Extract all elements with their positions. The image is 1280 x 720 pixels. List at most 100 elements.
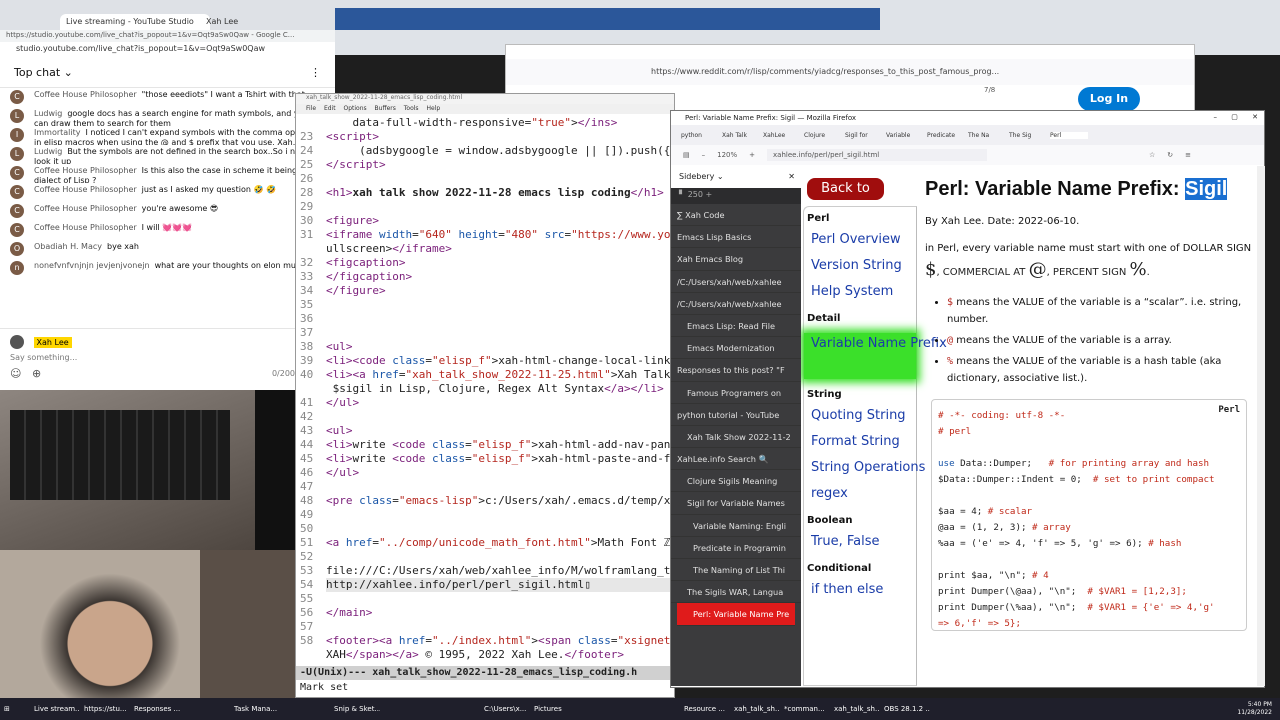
chat-author[interactable]: Coffee House Philosopher bbox=[34, 223, 137, 232]
back-to-perl-button[interactable]: Back to Perl bbox=[807, 178, 884, 218]
nav-link[interactable]: String Operations bbox=[804, 457, 925, 483]
sidebery-tab[interactable]: Emacs Modernization bbox=[671, 337, 801, 360]
sidebery-tab[interactable]: Xah Talk Show 2022-11-2 bbox=[671, 426, 801, 449]
emacs-menubar[interactable]: File Edit Options Buffers Tools Help bbox=[296, 104, 674, 114]
taskbar-item[interactable]: Resource ... bbox=[680, 705, 730, 713]
browser-tab[interactable]: Predicate bbox=[927, 132, 968, 139]
browser-tab[interactable]: XahLee bbox=[763, 132, 804, 139]
browser-tab[interactable]: The Na bbox=[968, 132, 1009, 139]
sidebery-tab[interactable]: Famous Programers on bbox=[671, 382, 801, 404]
zoom-in-icon[interactable]: + bbox=[749, 151, 755, 159]
chat-author[interactable]: Ludwig bbox=[34, 109, 62, 118]
taskbar-item[interactable] bbox=[580, 705, 630, 713]
tab-xah-lee[interactable]: Xah Lee bbox=[200, 14, 320, 30]
sidebery-tab[interactable]: Clojure Sigils Meaning bbox=[671, 470, 801, 493]
bookmark-star-icon[interactable]: ☆ bbox=[1149, 151, 1155, 159]
taskbar-item[interactable]: https://stu... bbox=[80, 705, 130, 713]
chat-author[interactable]: Coffee House Philosopher bbox=[34, 90, 137, 99]
taskbar-item[interactable]: *comman... bbox=[780, 705, 830, 713]
sidebery-tab[interactable]: The Sigils WAR, Langua bbox=[671, 581, 801, 604]
close-sidebar-icon[interactable]: ✕ bbox=[788, 172, 795, 181]
selected-text[interactable]: Sigil bbox=[1185, 178, 1228, 200]
sidebery-title[interactable]: Sidebery bbox=[679, 172, 714, 181]
nav-link[interactable]: Format String bbox=[804, 431, 916, 457]
sidebery-tab[interactable]: Sigil for Variable Names bbox=[671, 492, 801, 515]
more-icon[interactable]: ⋮ bbox=[310, 66, 321, 79]
sidebery-tab[interactable]: Emacs Lisp Basics bbox=[671, 226, 801, 249]
taskbar-item[interactable] bbox=[430, 705, 480, 713]
browser-tab[interactable]: Clojure bbox=[804, 132, 845, 139]
browser-tab[interactable]: The Sig bbox=[1009, 132, 1050, 139]
browser-tab[interactable]: Sigil for bbox=[845, 132, 886, 139]
sidebery-tab[interactable]: Emacs Lisp: Read File bbox=[671, 315, 801, 338]
sidebar-icon[interactable]: ▤ bbox=[683, 151, 690, 159]
sidebery-tab[interactable]: Predicate in Programin bbox=[671, 537, 801, 559]
emoji-icon[interactable]: ☺ bbox=[10, 367, 21, 380]
chat-author[interactable]: Ludwig bbox=[34, 147, 62, 156]
sidebery-tab[interactable]: Variable Naming: Engli bbox=[671, 515, 801, 537]
sidebery-tab[interactable]: /C:/Users/xah/web/xahlee bbox=[671, 271, 801, 293]
login-button[interactable]: Log In bbox=[1078, 87, 1140, 111]
browser-tab[interactable]: Xah Talk bbox=[722, 132, 763, 139]
taskbar-item[interactable]: Responses ... bbox=[130, 705, 180, 713]
sidebery-tab[interactable]: The Naming of List Thi bbox=[671, 559, 801, 582]
chrome-url-bar[interactable]: studio.youtube.com/live_chat?is_popout=1… bbox=[0, 42, 335, 56]
nav-link[interactable]: Variable Name Prefix bbox=[804, 333, 947, 379]
nav-link[interactable]: Help System bbox=[804, 281, 916, 307]
tab-youtube-studio[interactable]: Live streaming - YouTube Studio bbox=[60, 14, 210, 30]
zoom-out-icon[interactable]: – bbox=[702, 151, 706, 159]
pin-icon[interactable]: ▘ bbox=[679, 190, 685, 199]
add-icon[interactable]: ⊕ bbox=[32, 367, 41, 380]
minimize-icon[interactable]: – bbox=[1214, 113, 1218, 121]
top-chat-dropdown[interactable]: Top chat ⌄ bbox=[14, 66, 73, 79]
nav-link[interactable]: if then else bbox=[804, 579, 916, 605]
nav-link[interactable]: True, False bbox=[804, 531, 916, 557]
url-bar[interactable]: xahlee.info/perl/perl_sigil.html bbox=[767, 149, 988, 161]
reload-icon[interactable]: ↻ bbox=[1167, 151, 1173, 159]
nav-link[interactable]: Version String bbox=[804, 255, 916, 281]
chat-author[interactable]: Coffee House Philosopher bbox=[34, 166, 137, 175]
chat-author[interactable]: Obadiah H. Macy bbox=[34, 242, 102, 251]
nav-link[interactable]: regex bbox=[804, 483, 916, 509]
zoom-level[interactable]: 120% bbox=[717, 151, 737, 159]
maximize-icon[interactable]: ▢ bbox=[1231, 113, 1238, 121]
nav-link[interactable]: Perl Overview bbox=[804, 229, 916, 255]
taskbar-item[interactable] bbox=[180, 705, 230, 713]
taskbar-item[interactable]: Pictures bbox=[530, 705, 580, 713]
browser-tab[interactable]: Variable bbox=[886, 132, 927, 139]
code-buffer[interactable]: data-full-width-responsive="true"></ins>… bbox=[296, 116, 674, 676]
browser-tab[interactable]: Perl bbox=[1050, 131, 1088, 139]
taskbar-item[interactable]: Task Mana... bbox=[230, 705, 280, 713]
menu-icon[interactable]: ≡ bbox=[1185, 151, 1191, 159]
sidebery-tab[interactable]: Responses to this post? "F bbox=[671, 359, 801, 382]
sidebery-tab[interactable]: /C:/Users/xah/web/xahlee bbox=[671, 293, 801, 315]
close-icon[interactable]: ✕ bbox=[1252, 113, 1258, 121]
sidebery-tab[interactable]: python tutorial - YouTube bbox=[671, 404, 801, 426]
sidebery-tab[interactable]: Xah Emacs Blog bbox=[671, 248, 801, 271]
reddit-url-bar[interactable]: https://www.reddit.com/r/lisp/comments/y… bbox=[506, 59, 1194, 85]
start-icon[interactable]: ⊞ bbox=[0, 705, 30, 713]
taskbar-item[interactable]: xah_talk_sh... bbox=[830, 705, 880, 713]
chat-author[interactable]: Coffee House Philosopher bbox=[34, 204, 137, 213]
taskbar-item[interactable]: Snip & Sket... bbox=[330, 705, 380, 713]
taskbar-item[interactable] bbox=[380, 705, 430, 713]
taskbar-item[interactable]: Live stream... bbox=[30, 705, 80, 713]
taskbar-item[interactable] bbox=[280, 705, 330, 713]
taskbar-item[interactable] bbox=[630, 705, 680, 713]
chat-author[interactable]: Immortality bbox=[34, 128, 80, 137]
taskbar-item[interactable]: OBS 28.1.2 ... bbox=[880, 705, 930, 713]
chat-author[interactable]: Coffee House Philosopher bbox=[34, 185, 137, 194]
nav-link[interactable]: Quoting String bbox=[804, 405, 916, 431]
sidebery-tab[interactable]: Perl: Variable Name Pre bbox=[677, 603, 795, 626]
chat-input[interactable]: Say something... bbox=[10, 353, 325, 362]
sidebery-tab[interactable]: XahLee.info Search 🔍 bbox=[671, 448, 801, 471]
sidebery-tab[interactable]: ∑ Xah Code bbox=[671, 204, 801, 227]
browser-tab[interactable]: python bbox=[681, 132, 722, 139]
taskbar-item[interactable]: xah_talk_sh... bbox=[730, 705, 780, 713]
chat-author[interactable]: nonefvnfvnjnjn jevjenjvonejn bbox=[34, 261, 150, 270]
chat-text: bye xah bbox=[107, 242, 139, 251]
page-scrollbar[interactable] bbox=[1257, 166, 1265, 686]
taskbar-item[interactable]: C:\Users\x... bbox=[480, 705, 530, 713]
chat-message: O Obadiah H. Macy bye xah bbox=[0, 240, 335, 259]
new-tab-icon[interactable]: + bbox=[706, 190, 713, 199]
